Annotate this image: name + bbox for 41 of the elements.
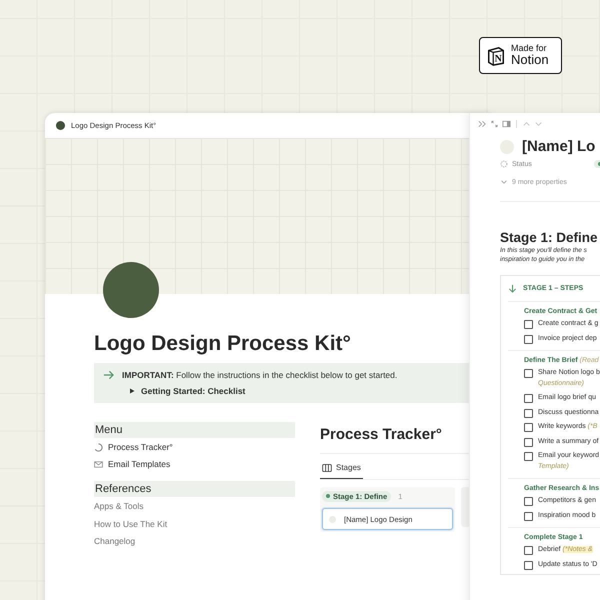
checkbox[interactable] [524,394,533,403]
reference-link[interactable]: Changelog [94,533,295,550]
cube-logo-icon: N [486,46,506,66]
envelope-icon [94,460,103,468]
checkbox[interactable] [524,452,533,461]
toggle-heading[interactable]: Getting Started: Checklist [141,386,246,396]
spinner-icon [94,442,103,452]
arrow-right-icon [103,370,114,380]
checkbox[interactable] [524,334,533,344]
checkbox[interactable] [524,497,533,506]
panel-icon[interactable] [502,120,511,128]
section-heading: References [94,481,295,497]
reference-link[interactable]: How to Use The Kit [94,516,295,532]
menu-link[interactable]: Process Tracker° [94,439,295,455]
checkbox[interactable] [524,320,533,329]
menu-link[interactable]: Email Templates [94,456,295,472]
checkbox[interactable] [524,546,533,555]
expand-icon[interactable] [490,120,499,128]
checkbox[interactable] [524,438,533,446]
badge-wordmark: Notion [511,53,549,68]
page-title: [Name] Lo [522,138,596,155]
callout-text: IMPORTANT: Follow the instructions in the checklist below to get started. [122,370,398,380]
chevron-down-icon [500,178,508,186]
section-heading: Menu [94,422,295,438]
view-tab[interactable]: Stages [320,458,363,479]
checkbox[interactable] [524,369,533,378]
stage-heading: Stage 1: Define [500,230,599,245]
reference-link[interactable]: Apps & Tools [94,498,295,514]
checkbox[interactable] [524,512,533,520]
status-icon [500,160,508,168]
toggle-triangle-icon[interactable] [129,388,135,394]
arrow-down-icon[interactable] [508,284,517,292]
checkbox[interactable] [524,408,533,418]
badge-caption: Made for [511,44,548,54]
checkbox[interactable] [524,423,533,432]
checkbox[interactable] [524,560,533,570]
board-icon [322,464,332,472]
page-icon-circle [500,140,514,154]
page-title: Logo Design Process Kit° [94,332,352,356]
double-chevron-icon[interactable] [478,120,487,128]
page-icon [56,121,65,130]
